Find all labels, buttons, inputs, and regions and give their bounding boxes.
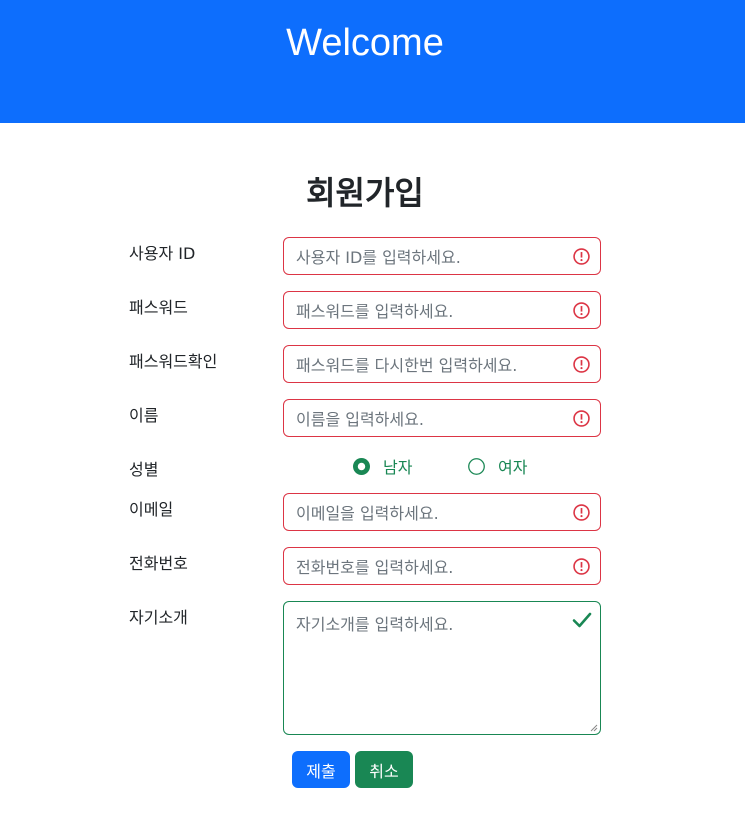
name-label: 이름 — [129, 406, 159, 425]
cancel-button[interactable]: 취소 — [355, 751, 413, 788]
exclamation-circle-icon — [573, 302, 590, 319]
exclamation-circle-icon — [573, 248, 590, 265]
email-placeholder: 이메일을 입력하세요. — [296, 504, 439, 523]
user-id-input[interactable]: 사용자 ID를 입력하세요. — [283, 237, 601, 275]
name-placeholder: 이름을 입력하세요. — [296, 410, 424, 429]
resize-grip-icon[interactable] — [590, 724, 598, 732]
exclamation-circle-icon — [573, 410, 590, 427]
radio-checked-icon — [353, 457, 370, 475]
password-label: 패스워드 — [129, 298, 188, 317]
exclamation-circle-icon — [573, 504, 590, 521]
phone-input[interactable]: 전화번호를 입력하세요. — [283, 547, 601, 585]
phone-placeholder: 전화번호를 입력하세요. — [296, 558, 454, 577]
password-input[interactable]: 패스워드를 입력하세요. — [283, 291, 601, 329]
email-label: 이메일 — [129, 500, 174, 519]
name-input[interactable]: 이름을 입력하세요. — [283, 399, 601, 437]
phone-label: 전화번호 — [129, 554, 188, 573]
gender-radio-female[interactable]: 여자 — [468, 454, 527, 478]
checkmark-icon — [572, 612, 592, 628]
password-placeholder: 패스워드를 입력하세요. — [296, 302, 454, 321]
password-confirm-label: 패스워드확인 — [129, 352, 218, 371]
intro-textarea[interactable]: 자기소개를 입력하세요. — [283, 601, 601, 735]
password-confirm-placeholder: 패스워드를 다시한번 입력하세요. — [296, 356, 518, 375]
password-confirm-input[interactable]: 패스워드를 다시한번 입력하세요. — [283, 345, 601, 383]
user-id-label: 사용자 ID — [129, 244, 196, 263]
user-id-placeholder: 사용자 ID를 입력하세요. — [296, 248, 461, 267]
header-title: Welcome — [286, 22, 444, 64]
gender-radio-male[interactable]: 남자 — [353, 454, 412, 478]
page-title: 회원가입 — [306, 174, 424, 212]
email-input[interactable]: 이메일을 입력하세요. — [283, 493, 601, 531]
exclamation-circle-icon — [573, 356, 590, 373]
header-banner: Welcome — [0, 0, 745, 123]
gender-female-label: 여자 — [498, 458, 528, 477]
intro-label: 자기소개 — [129, 608, 188, 627]
radio-unchecked-icon — [468, 457, 485, 475]
submit-button[interactable]: 제출 — [292, 751, 350, 788]
intro-placeholder: 자기소개를 입력하세요. — [296, 615, 454, 634]
gender-label: 성별 — [129, 460, 159, 479]
gender-male-label: 남자 — [383, 458, 413, 477]
exclamation-circle-icon — [573, 558, 590, 575]
